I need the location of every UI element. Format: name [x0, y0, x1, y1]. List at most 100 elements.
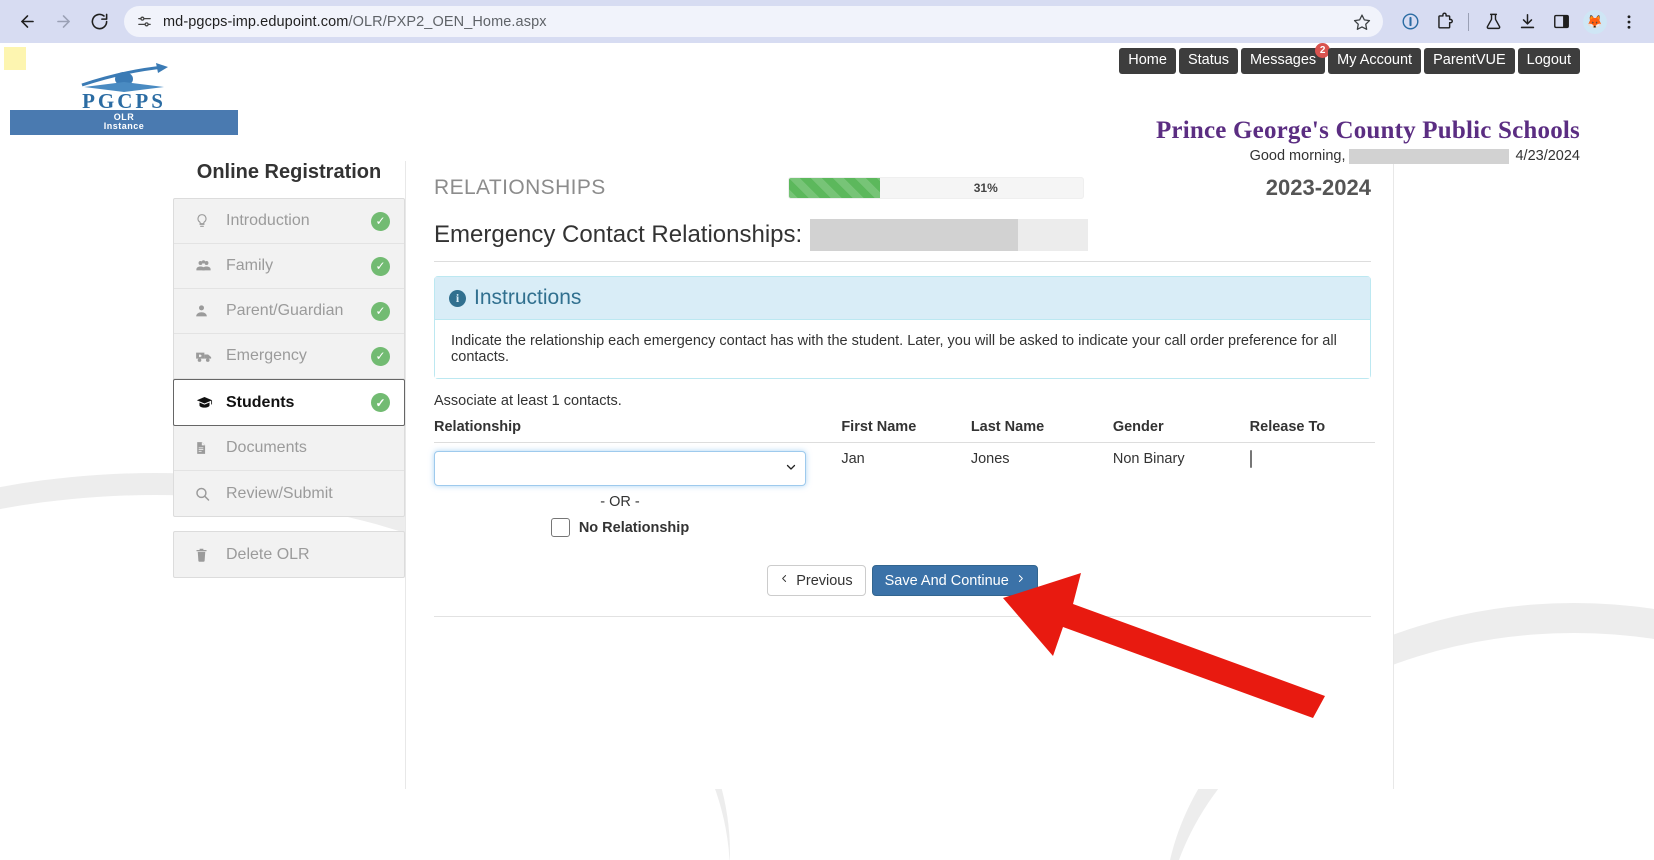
password-manager-icon[interactable] — [1395, 7, 1425, 37]
checkmark-icon: ✓ — [371, 257, 390, 276]
instructions-header: i Instructions — [435, 277, 1370, 319]
greeting-text: Good morning, — [1250, 148, 1346, 164]
sidebar-item-label: Review/Submit — [220, 485, 390, 503]
redacted-user-name — [1349, 149, 1509, 164]
pgcps-logo[interactable]: PGCPS OLR Instance — [10, 61, 238, 135]
downloads-icon[interactable] — [1512, 7, 1542, 37]
save-and-continue-label: Save And Continue — [885, 573, 1009, 589]
side-panel-icon[interactable] — [1546, 7, 1576, 37]
logo-wordmark: PGCPS — [10, 93, 238, 109]
nav-logout-button[interactable]: Logout — [1518, 48, 1580, 74]
sidebar-item-label: Documents — [220, 439, 390, 457]
school-year-label: 2023-2024 — [1266, 175, 1371, 201]
top-navigation: Home Status Messages 2 My Account Parent… — [1119, 48, 1580, 74]
content-header: RELATIONSHIPS 31% 2023-2024 — [406, 161, 1393, 201]
info-circle-icon: i — [449, 290, 466, 307]
sidebar-nav-group: Introduction ✓ Family ✓ Parent/Guardian … — [173, 198, 405, 517]
sidebar-item-students[interactable]: Students ✓ — [173, 379, 405, 426]
redacted-student-name — [810, 219, 1018, 251]
sidebar-item-parent-guardian[interactable]: Parent/Guardian ✓ — [174, 289, 404, 334]
table-row: - OR - No Relationship Jan Jones Non Bin… — [434, 443, 1375, 538]
form-button-row: Previous Save And Continue — [434, 565, 1371, 617]
sidebar-delete-group: Delete OLR — [173, 531, 405, 578]
nav-home-label: Home — [1128, 52, 1167, 68]
relationship-select[interactable] — [434, 451, 806, 486]
person-icon — [194, 302, 220, 320]
page-body: PGCPS OLR Instance Home Status Messages … — [0, 43, 1654, 860]
main-content-panel: RELATIONSHIPS 31% 2023-2024 Emergency Co… — [405, 161, 1394, 789]
chevron-right-icon — [1016, 572, 1025, 589]
page-title: RELATIONSHIPS — [434, 176, 606, 200]
extensions-icon[interactable] — [1429, 7, 1459, 37]
sidebar-item-label: Students — [220, 394, 371, 412]
instructions-body: Indicate the relationship each emergency… — [435, 319, 1370, 378]
no-relationship-label: No Relationship — [579, 520, 689, 536]
sidebar-item-label: Parent/Guardian — [220, 302, 371, 320]
table-header-row: Relationship First Name Last Name Gender… — [434, 415, 1375, 443]
previous-button-label: Previous — [796, 573, 852, 589]
relationship-cell: - OR - No Relationship — [434, 443, 841, 538]
nav-messages-button[interactable]: Messages 2 — [1241, 48, 1325, 74]
column-header-last-name: Last Name — [971, 415, 1113, 443]
column-header-relationship: Relationship — [434, 415, 841, 443]
url-text: md-pgcps-imp.edupoint.com/OLR/PXP2_OEN_H… — [163, 14, 1343, 30]
sidebar-item-review-submit[interactable]: Review/Submit — [174, 471, 404, 516]
no-relationship-row[interactable]: No Relationship — [434, 510, 806, 537]
reload-icon[interactable] — [82, 5, 116, 39]
sidebar-item-introduction[interactable]: Introduction ✓ — [174, 199, 404, 244]
checkmark-icon: ✓ — [371, 347, 390, 366]
nav-my-account-label: My Account — [1337, 52, 1412, 68]
current-date: 4/23/2024 — [1515, 148, 1580, 164]
nav-my-account-button[interactable]: My Account — [1328, 48, 1421, 74]
associate-note: Associate at least 1 contacts. — [434, 393, 1371, 409]
column-header-release-to: Release To — [1250, 415, 1375, 443]
site-settings-icon[interactable] — [136, 13, 153, 30]
nav-parentvue-button[interactable]: ParentVUE — [1424, 48, 1515, 74]
save-and-continue-button[interactable]: Save And Continue — [872, 565, 1038, 596]
document-icon — [194, 439, 220, 457]
progress-wrapper: 31% — [606, 177, 1266, 199]
checkmark-icon: ✓ — [371, 302, 390, 321]
sidebar-item-emergency[interactable]: Emergency ✓ — [174, 334, 404, 379]
section-subheading: Emergency Contact Relationships: — [434, 219, 1371, 262]
column-header-first-name: First Name — [841, 415, 971, 443]
nav-messages-label: Messages — [1250, 52, 1316, 68]
first-name-cell: Jan — [841, 443, 971, 538]
logo-banner-line2: Instance — [10, 122, 238, 131]
back-arrow-icon[interactable] — [10, 5, 44, 39]
instructions-panel: i Instructions Indicate the relationship… — [434, 276, 1371, 379]
toolbar-separator — [1468, 13, 1469, 31]
sidebar: Online Registration Introduction ✓ Famil… — [173, 161, 405, 578]
address-bar[interactable]: md-pgcps-imp.edupoint.com/OLR/PXP2_OEN_H… — [124, 6, 1383, 37]
sidebar-title: Online Registration — [173, 161, 405, 184]
last-name-cell: Jones — [971, 443, 1113, 538]
three-dot-menu-icon[interactable] — [1614, 7, 1644, 37]
no-relationship-checkbox[interactable] — [551, 518, 570, 537]
nav-status-label: Status — [1188, 52, 1229, 68]
previous-button[interactable]: Previous — [767, 565, 865, 596]
ambulance-icon — [194, 347, 220, 365]
checkmark-icon: ✓ — [371, 212, 390, 231]
star-icon[interactable] — [1353, 13, 1371, 31]
forward-arrow-icon[interactable] — [46, 5, 80, 39]
sidebar-item-documents[interactable]: Documents — [174, 426, 404, 471]
district-title: Prince George's County Public Schools — [1156, 117, 1580, 145]
nav-status-button[interactable]: Status — [1179, 48, 1238, 74]
people-icon — [194, 257, 220, 275]
browser-tool-icons: 🦊 — [1391, 7, 1644, 37]
gender-cell: Non Binary — [1113, 443, 1250, 538]
greeting-row: Good morning, 4/23/2024 — [1250, 148, 1580, 164]
profile-avatar-icon[interactable]: 🦊 — [1580, 7, 1610, 37]
graduation-cap-icon — [194, 394, 220, 412]
sidebar-item-family[interactable]: Family ✓ — [174, 244, 404, 289]
browser-nav-buttons — [10, 5, 116, 39]
sidebar-item-delete-olr[interactable]: Delete OLR — [174, 532, 404, 577]
chevron-down-icon — [785, 461, 797, 476]
browser-toolbar: md-pgcps-imp.edupoint.com/OLR/PXP2_OEN_H… — [0, 0, 1654, 43]
sidebar-item-label: Introduction — [220, 212, 371, 230]
or-divider-text: - OR - — [434, 486, 806, 510]
release-to-checkbox[interactable] — [1250, 450, 1252, 468]
subheading-text: Emergency Contact Relationships: — [434, 221, 802, 249]
labs-flask-icon[interactable] — [1478, 7, 1508, 37]
nav-home-button[interactable]: Home — [1119, 48, 1176, 74]
